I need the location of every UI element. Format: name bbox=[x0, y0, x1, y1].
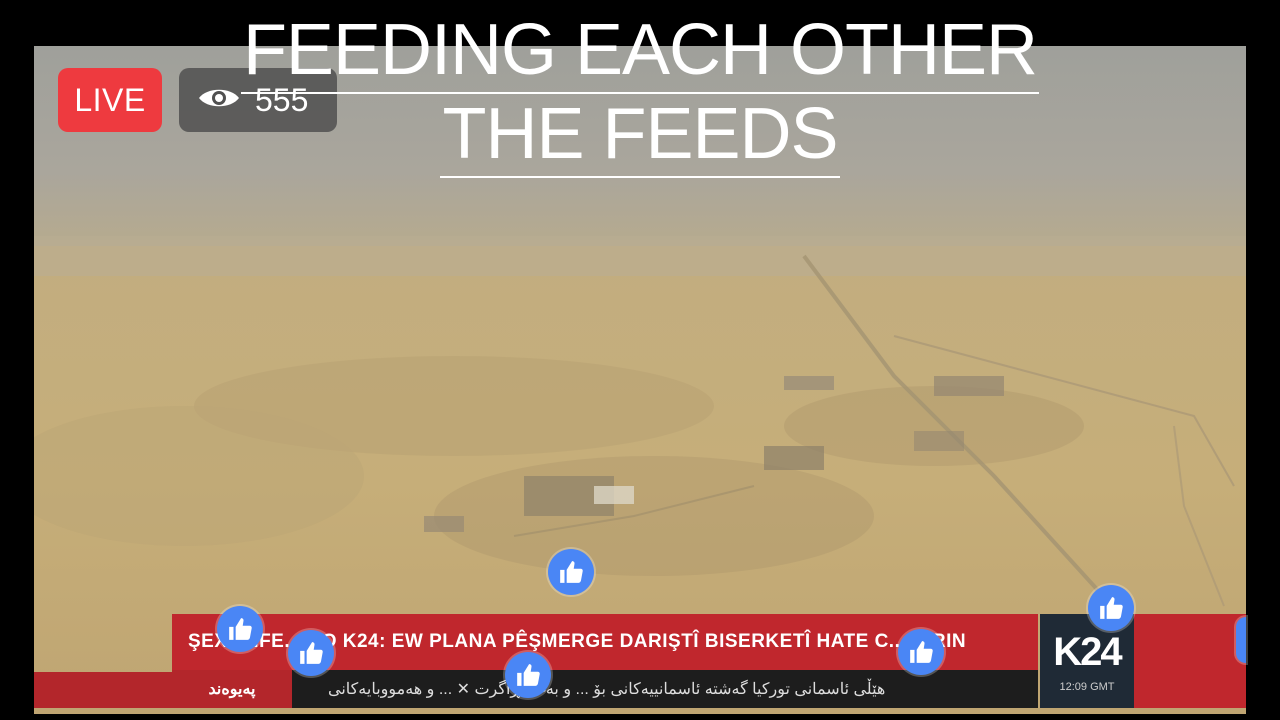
overlay-title-line2: THE FEEDS bbox=[0, 92, 1280, 178]
thumbs-up-icon bbox=[217, 606, 263, 652]
ticker-scroll-text: هێڵی ئاسمانی تورکیا گەشتە ئاسمانییەکانی … bbox=[328, 681, 886, 698]
thumbs-up-icon bbox=[548, 549, 594, 595]
thumbs-up-icon bbox=[1236, 617, 1246, 663]
thumbs-up-icon bbox=[898, 629, 944, 675]
news-scroll-ticker: پەیوەند هێڵی ئاسمانی تورکیا گەشتە ئاسمان… bbox=[172, 670, 1038, 708]
overlay-title-line1: FEEDING EACH OTHER bbox=[0, 8, 1280, 94]
ticker-tab-label: پەیوەند bbox=[172, 670, 292, 708]
thumbs-up-icon bbox=[1088, 585, 1134, 631]
channel-logo-name: K24 bbox=[1053, 629, 1122, 674]
ticker-left-strip bbox=[34, 672, 174, 708]
channel-clock: 12:09 GMT bbox=[1059, 680, 1115, 693]
thumbs-up-icon bbox=[505, 652, 551, 698]
thumbs-up-icon bbox=[288, 630, 334, 676]
ticker-right-strip bbox=[1134, 614, 1246, 708]
